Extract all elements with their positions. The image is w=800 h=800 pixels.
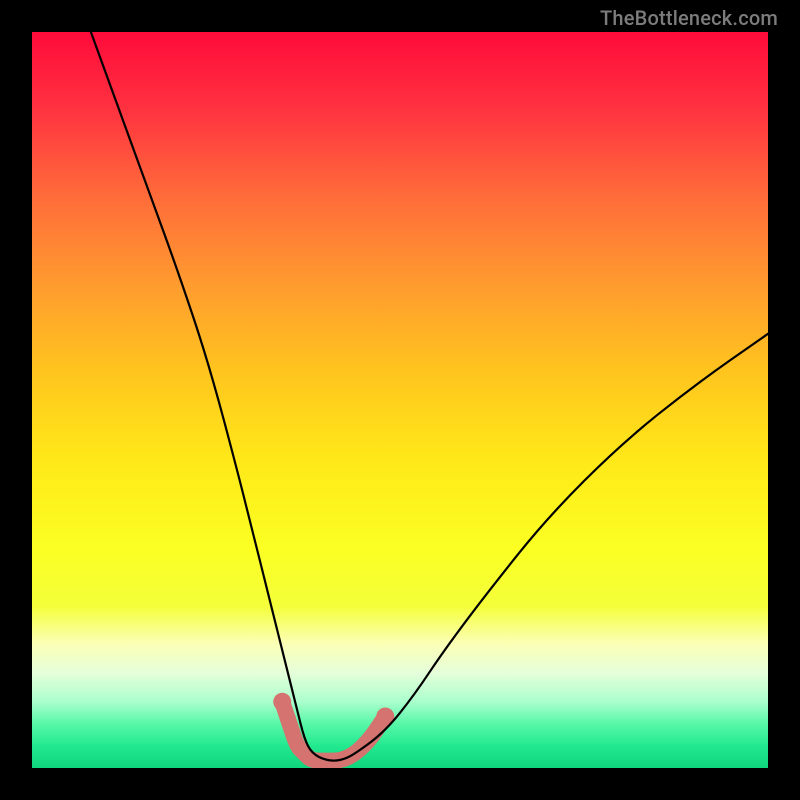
chart-frame: TheBottleneck.com xyxy=(0,0,800,800)
plot-area xyxy=(32,32,768,768)
chart-svg xyxy=(32,32,768,768)
watermark-text: TheBottleneck.com xyxy=(600,6,778,30)
optimal-zone-overlay xyxy=(273,693,394,761)
bottleneck-curve xyxy=(91,32,768,761)
